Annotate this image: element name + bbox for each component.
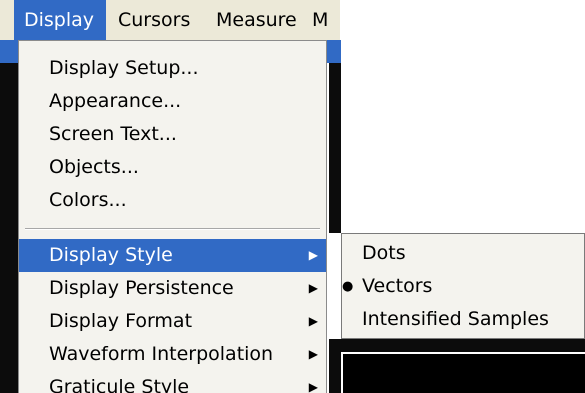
menu-cursors[interactable]: Cursors (118, 0, 190, 40)
menu-item-colors[interactable]: Colors... (19, 184, 326, 217)
submenu-arrow-icon: ▶ (308, 314, 318, 328)
menu-item-label: Display Persistence (49, 277, 234, 299)
submenu-item-label: Intensified Samples (362, 308, 549, 330)
submenu-item-label: Dots (362, 242, 406, 264)
display-style-submenu: Dots ● Vectors Intensified Samples (341, 233, 585, 339)
submenu-arrow-icon: ▶ (308, 380, 318, 393)
scope-display-right (329, 63, 341, 233)
menu-item-label: Display Style (49, 244, 173, 266)
submenu-item-dots[interactable]: Dots (342, 237, 584, 270)
window-title-strip-left (0, 40, 18, 63)
window-title-strip-right (327, 40, 341, 63)
display-menu: Display Setup... Appearance... Screen Te… (18, 40, 327, 393)
submenu-item-vectors[interactable]: ● Vectors (342, 270, 584, 303)
menu-item-label: Objects... (49, 156, 139, 178)
scope-display-left (0, 63, 18, 393)
scope-display-panel (341, 352, 585, 393)
menu-item-display-persistence[interactable]: Display Persistence ▶ (19, 272, 326, 305)
menu-item-label: Waveform Interpolation (49, 343, 274, 365)
menu-item-label: Colors... (49, 189, 127, 211)
menu-item-display-setup[interactable]: Display Setup... (19, 52, 326, 85)
menu-item-waveform-interpolation[interactable]: Waveform Interpolation ▶ (19, 338, 326, 371)
submenu-arrow-icon: ▶ (308, 281, 318, 295)
menu-truncated[interactable]: M (312, 0, 340, 40)
menu-separator (25, 228, 320, 230)
menu-item-label: Screen Text... (49, 123, 177, 145)
menu-item-appearance[interactable]: Appearance... (19, 85, 326, 118)
radio-bullet-icon: ● (342, 279, 354, 294)
menu-bar: Display Cursors Measure M (0, 0, 340, 41)
submenu-item-intensified-samples[interactable]: Intensified Samples (342, 303, 584, 336)
menu-item-screen-text[interactable]: Screen Text... (19, 118, 326, 151)
cropped-area (340, 0, 585, 42)
menu-item-graticule-style[interactable]: Graticule Style ▶ (19, 371, 326, 393)
oscilloscope-app-window: Display Cursors Measure M Display Setup.… (0, 0, 585, 393)
menu-item-label: Display Format (49, 310, 193, 332)
submenu-item-label: Vectors (362, 275, 433, 297)
menu-item-display-style[interactable]: Display Style ▶ (19, 239, 326, 272)
menu-item-objects[interactable]: Objects... (19, 151, 326, 184)
menu-item-label: Display Setup... (49, 57, 199, 79)
submenu-arrow-icon: ▶ (308, 248, 318, 262)
menu-item-label: Appearance... (49, 90, 182, 112)
menu-item-label: Graticule Style (49, 376, 190, 393)
menu-measure[interactable]: Measure (216, 0, 297, 40)
menu-item-display-format[interactable]: Display Format ▶ (19, 305, 326, 338)
submenu-arrow-icon: ▶ (308, 347, 318, 361)
menu-display[interactable]: Display (14, 0, 106, 40)
